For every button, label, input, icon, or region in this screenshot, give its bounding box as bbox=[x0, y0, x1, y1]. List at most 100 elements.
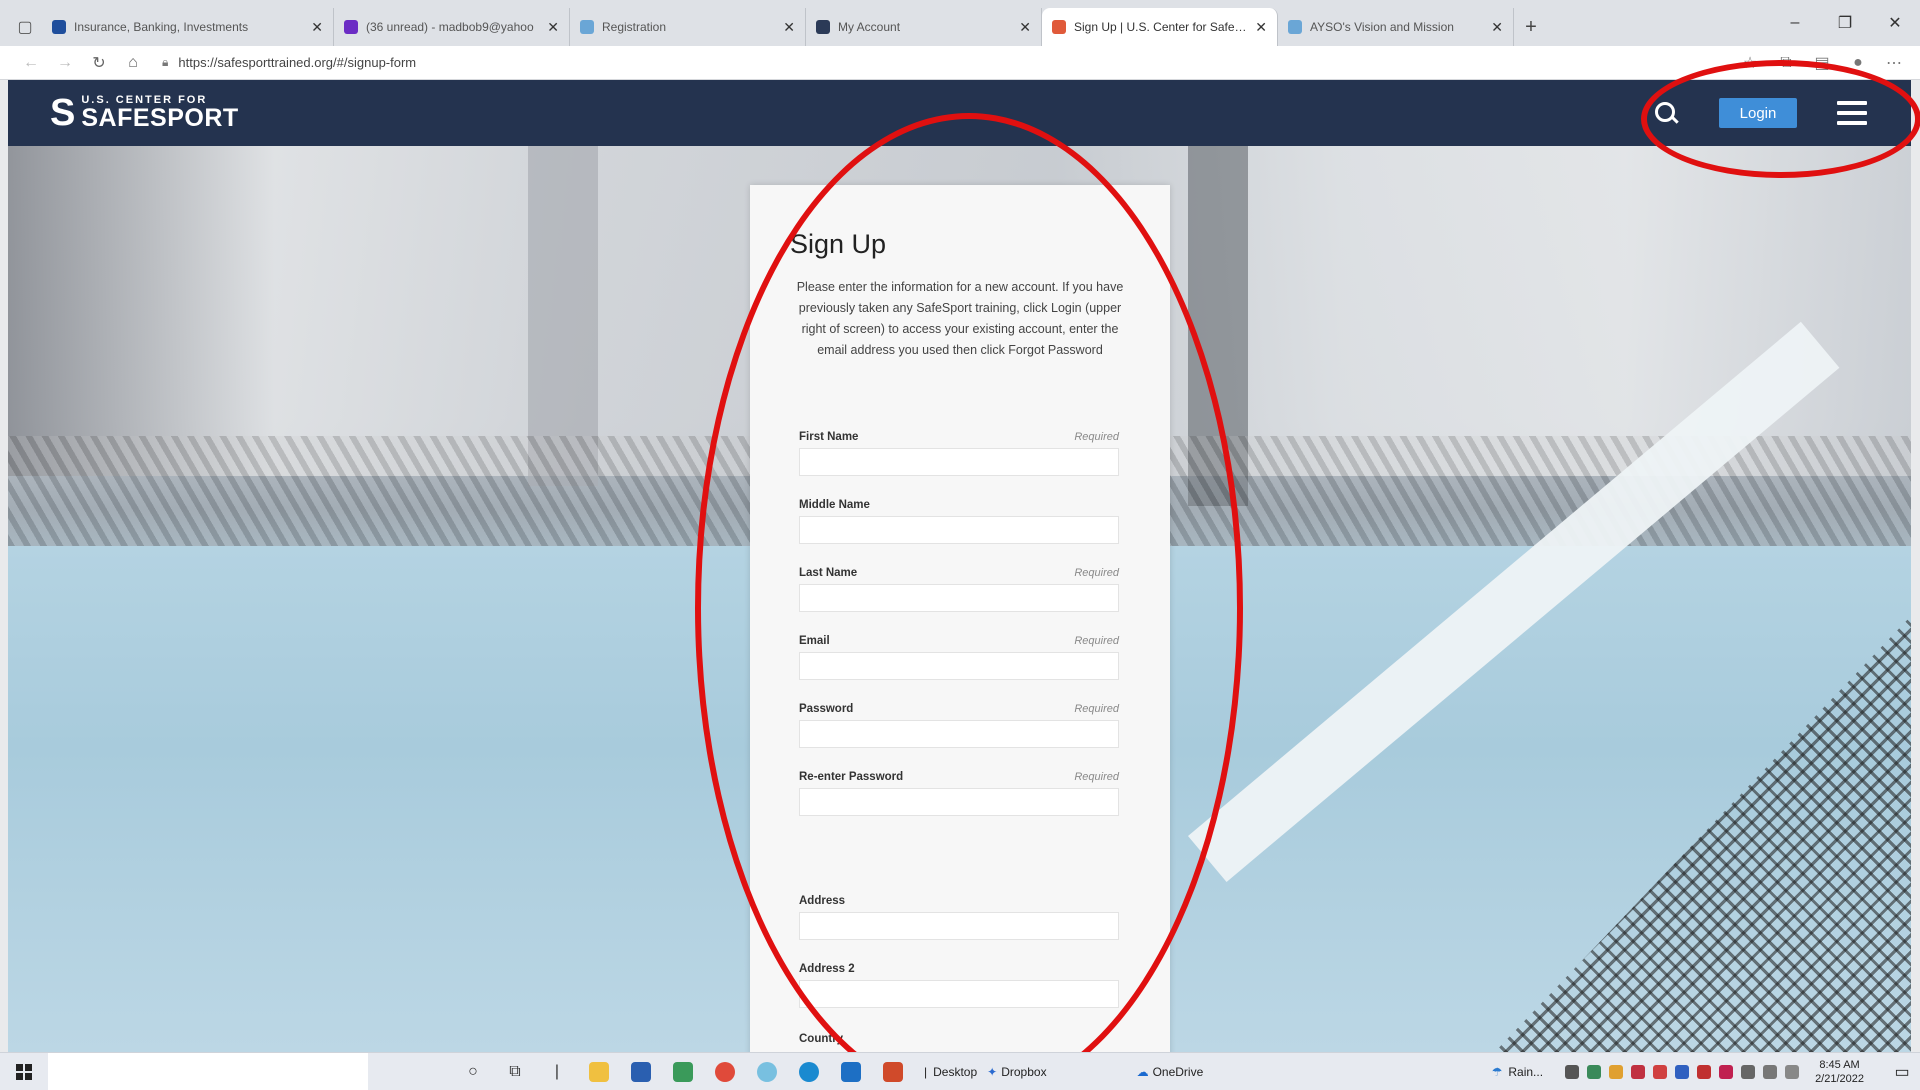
url-field[interactable]: 🔒︎ https://safesporttrained.org/#/signup… bbox=[162, 55, 416, 70]
more-options-icon[interactable]: ⋯ bbox=[1876, 53, 1912, 73]
forward-icon[interactable]: → bbox=[48, 48, 82, 78]
hamburger-menu-icon[interactable] bbox=[1837, 101, 1867, 125]
tab-label: Insurance, Banking, Investments bbox=[74, 20, 249, 34]
minimize-icon[interactable]: – bbox=[1770, 0, 1820, 46]
mail-icon[interactable] bbox=[830, 1053, 872, 1090]
address2-field: Address 2 bbox=[799, 963, 1119, 1008]
first-name-field: First Name Required bbox=[799, 431, 1119, 476]
tray-icons[interactable] bbox=[1561, 1065, 1803, 1079]
reenter-password-input[interactable] bbox=[799, 788, 1119, 816]
refresh-icon[interactable]: ↻ bbox=[82, 48, 116, 78]
browser-tab[interactable]: AYSO's Vision and Mission ✕ bbox=[1278, 8, 1514, 46]
safesport-logo[interactable]: S U.S. CENTER FOR SAFESPORT bbox=[50, 94, 239, 132]
required-label: Required bbox=[1074, 771, 1119, 783]
logo-big-text: SAFESPORT bbox=[81, 104, 239, 132]
tab-label: My Account bbox=[838, 20, 901, 34]
clock[interactable]: 8:45 AM 2/21/2022 bbox=[1815, 1058, 1864, 1086]
tab-label: AYSO's Vision and Mission bbox=[1310, 20, 1454, 34]
first-name-input[interactable] bbox=[799, 448, 1119, 476]
chrome-icon[interactable] bbox=[704, 1053, 746, 1090]
dropbox-label: Dropbox bbox=[1001, 1064, 1047, 1079]
login-button[interactable]: Login bbox=[1719, 98, 1797, 128]
window-controls: – ❐ ✕ bbox=[1770, 0, 1920, 46]
browser-tab[interactable]: My Account ✕ bbox=[806, 8, 1042, 46]
tab-close-icon[interactable]: ✕ bbox=[1019, 19, 1031, 36]
tab-close-icon[interactable]: ✕ bbox=[547, 19, 559, 36]
address-bar: ← → ↻ ⌂ 🔒︎ https://safesporttrained.org/… bbox=[0, 46, 1920, 80]
required-label: Required bbox=[1074, 703, 1119, 715]
field-label: Email bbox=[799, 635, 830, 647]
field-label: Address 2 bbox=[799, 963, 855, 975]
logo-mark-icon: S bbox=[50, 92, 76, 134]
extension-icon[interactable]: ⧉ bbox=[1768, 54, 1804, 72]
close-window-icon[interactable]: ✕ bbox=[1870, 0, 1920, 46]
profile-icon[interactable]: ● bbox=[1840, 54, 1876, 72]
file-explorer-icon[interactable] bbox=[578, 1053, 620, 1090]
last-name-input[interactable] bbox=[799, 584, 1119, 612]
reenter-password-field: Re-enter Password Required bbox=[799, 771, 1119, 816]
url-text: https://safesporttrained.org/#/signup-fo… bbox=[178, 55, 417, 70]
browser-tab-bar: ▢ Insurance, Banking, Investments ✕ (36 … bbox=[0, 0, 1920, 46]
page-title: Sign Up bbox=[790, 229, 887, 259]
store-icon[interactable] bbox=[620, 1053, 662, 1090]
desktop-toolbar[interactable]: | Desktop ✦ Dropbox bbox=[924, 1065, 1047, 1079]
clock-date: 2/21/2022 bbox=[1815, 1073, 1864, 1085]
browser-tab[interactable]: (36 unread) - madbob9@yahoo ✕ bbox=[334, 8, 570, 46]
browser-tab[interactable]: Insurance, Banking, Investments ✕ bbox=[42, 8, 334, 46]
tab-favicon-icon bbox=[816, 20, 830, 34]
address-input[interactable] bbox=[799, 912, 1119, 940]
field-label: Last Name bbox=[799, 567, 858, 579]
password-input[interactable] bbox=[799, 720, 1119, 748]
browser-tab[interactable]: Registration ✕ bbox=[570, 8, 806, 46]
office-icon[interactable] bbox=[872, 1053, 914, 1090]
weather-widget[interactable]: ☂ Rain... bbox=[1492, 1065, 1543, 1079]
field-label: Re-enter Password bbox=[799, 771, 904, 783]
cortana-icon[interactable]: ○ bbox=[452, 1053, 494, 1090]
tab-favicon-icon bbox=[344, 20, 358, 34]
app-icon[interactable] bbox=[662, 1053, 704, 1090]
notification-icon[interactable]: ▭ bbox=[1884, 1062, 1920, 1082]
back-icon[interactable]: ← bbox=[14, 48, 48, 78]
address2-input[interactable] bbox=[799, 980, 1119, 1008]
middle-name-input[interactable] bbox=[799, 516, 1119, 544]
onedrive-icon: ☁ bbox=[1136, 1064, 1149, 1079]
lock-icon: 🔒︎ bbox=[162, 55, 169, 69]
browser-tab-active[interactable]: Sign Up | U.S. Center for SafeSp ✕ bbox=[1042, 8, 1278, 46]
tab-label: Sign Up | U.S. Center for SafeSp bbox=[1074, 20, 1248, 34]
country-label: Country bbox=[799, 1033, 844, 1045]
collections-icon[interactable]: ▤ bbox=[1804, 53, 1840, 73]
tab-favicon-icon bbox=[580, 20, 594, 34]
divider-icon: | bbox=[554, 1062, 560, 1080]
email-field: Email Required bbox=[799, 635, 1119, 680]
new-tab-button[interactable]: + bbox=[1514, 8, 1548, 46]
field-label: Middle Name bbox=[799, 499, 870, 511]
password-field: Password Required bbox=[799, 703, 1119, 748]
app-icon[interactable] bbox=[746, 1053, 788, 1090]
windows-start-icon[interactable] bbox=[0, 1053, 48, 1090]
signup-instructions: Please enter the information for a new a… bbox=[796, 280, 1124, 357]
field-label: Password bbox=[799, 703, 854, 715]
last-name-field: Last Name Required bbox=[799, 567, 1119, 612]
tab-actions-icon[interactable]: ▢ bbox=[8, 8, 42, 46]
tab-close-icon[interactable]: ✕ bbox=[1491, 19, 1503, 36]
taskbar: ○ ⧉ | | Desktop ✦ Dropbox ☁ OneDrive ☂ R… bbox=[0, 1052, 1920, 1090]
search-icon[interactable] bbox=[1653, 100, 1679, 126]
weather-label: Rain... bbox=[1508, 1065, 1544, 1079]
onedrive-toolbar[interactable]: ☁ OneDrive bbox=[1137, 1065, 1204, 1079]
site-header: S U.S. CENTER FOR SAFESPORT Login bbox=[8, 80, 1911, 146]
restore-icon[interactable]: ❐ bbox=[1820, 0, 1870, 46]
signup-card: Sign Up Please enter the information for… bbox=[750, 185, 1170, 1065]
tab-close-icon[interactable]: ✕ bbox=[783, 19, 795, 36]
email-input[interactable] bbox=[799, 652, 1119, 680]
tab-close-icon[interactable]: ✕ bbox=[311, 19, 323, 36]
required-label: Required bbox=[1074, 567, 1119, 579]
middle-name-field: Middle Name bbox=[799, 499, 1119, 544]
tab-close-icon[interactable]: ✕ bbox=[1255, 19, 1267, 36]
home-icon[interactable]: ⌂ bbox=[116, 48, 150, 78]
task-view-icon[interactable]: ⧉ bbox=[494, 1053, 536, 1090]
favorite-star-icon[interactable]: ☆ bbox=[1732, 53, 1768, 73]
tab-favicon-icon bbox=[1288, 20, 1302, 34]
onedrive-label: OneDrive bbox=[1152, 1064, 1204, 1079]
taskbar-search-input[interactable] bbox=[48, 1052, 368, 1090]
edge-icon[interactable] bbox=[788, 1053, 830, 1090]
